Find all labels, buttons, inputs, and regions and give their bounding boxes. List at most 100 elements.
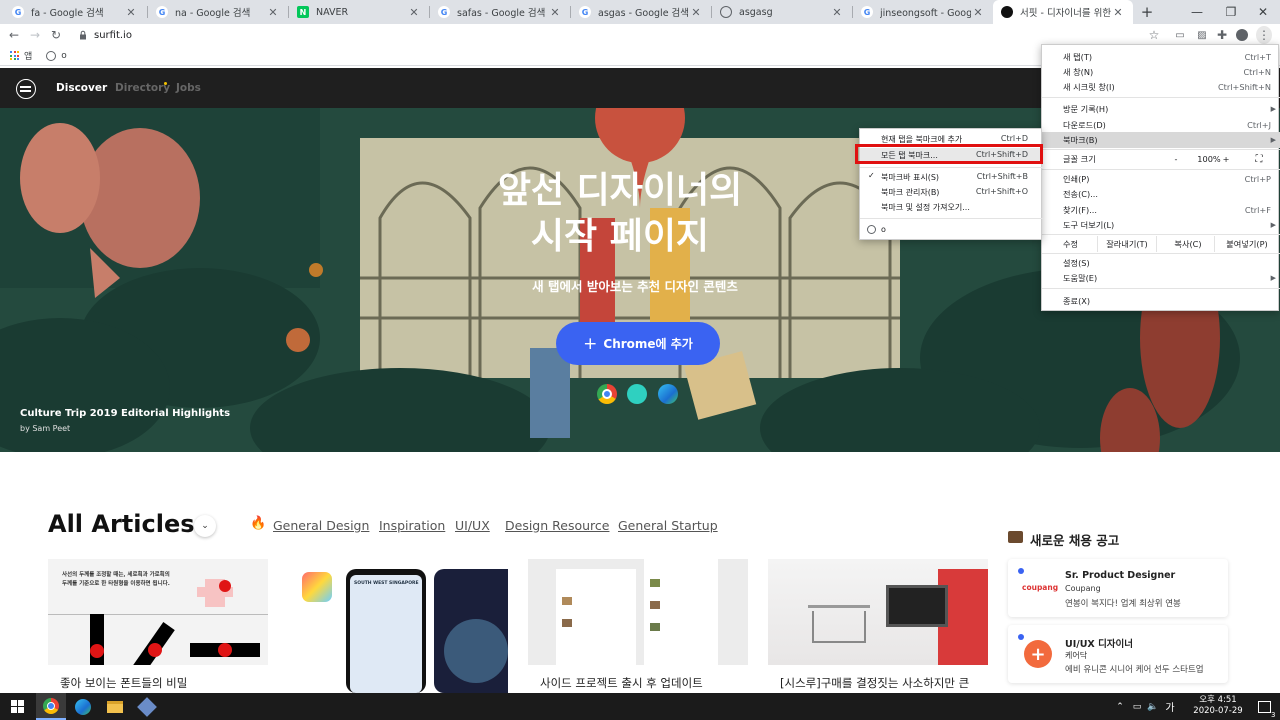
menu-item-find[interactable]: 찾기(F)... Ctrl+F <box>1042 202 1280 218</box>
menu-kebab-icon[interactable]: ⋮ <box>1256 26 1272 44</box>
close-icon[interactable]: ✕ <box>830 6 844 19</box>
job-description: 연봉이 복지다! 업계 최상위 연봉 <box>1065 599 1181 609</box>
copy-button[interactable]: 복사(C) <box>1160 238 1216 250</box>
star-icon[interactable]: ☆ <box>1146 24 1162 46</box>
new-tab-button[interactable]: + <box>1138 0 1156 24</box>
network-icon[interactable]: ▭ <box>1130 693 1144 720</box>
system-clock[interactable]: 오후 4:51 2020-07-29 <box>1190 695 1246 717</box>
menu-item-downloads[interactable]: 다운로드(D) Ctrl+J <box>1042 117 1280 133</box>
submenu-item-bookmark-o[interactable]: o <box>860 223 1043 238</box>
fullscreen-icon[interactable]: ⛶ <box>1252 154 1266 165</box>
close-icon[interactable]: ✕ <box>548 6 562 19</box>
jobs-heading: 새로운 채용 공고 <box>1030 533 1120 548</box>
menu-label: 새 창(N) <box>1063 67 1094 77</box>
category-design-resource[interactable]: Design Resource <box>505 518 609 533</box>
minimize-icon[interactable]: — <box>1180 0 1214 24</box>
submenu-item-show-bookmarks-bar[interactable]: ✓ 북마크바 표시(S) Ctrl+Shift+B <box>860 170 1043 185</box>
plus-icon: + <box>583 333 598 354</box>
menu-item-help[interactable]: 도움말(E) ▶ <box>1042 270 1280 286</box>
ime-korean-icon[interactable]: 가 <box>1163 693 1177 720</box>
close-icon[interactable]: ✕ <box>124 6 138 19</box>
menu-item-more-tools[interactable]: 도구 더보기(L) ▶ <box>1042 217 1280 233</box>
nav-discover[interactable]: Discover <box>56 68 107 108</box>
surfit-logo-icon[interactable] <box>16 79 36 99</box>
category-general-startup[interactable]: General Startup <box>618 518 718 533</box>
artwork-credit-title[interactable]: Culture Trip 2019 Editorial Highlights <box>20 408 230 419</box>
close-icon[interactable]: ✕ <box>407 6 421 19</box>
chevron-down-icon[interactable]: ⌄ <box>194 515 216 537</box>
forward-icon[interactable]: → <box>27 24 43 46</box>
close-icon[interactable]: ✕ <box>1111 6 1125 19</box>
restore-icon[interactable]: ❐ <box>1214 0 1248 24</box>
menu-item-exit[interactable]: 종료(X) <box>1042 293 1280 309</box>
job-card[interactable]: + UI/UX 디자이너 케어닥 에비 유니콘 시니어 케어 선두 스타트업 <box>1008 625 1228 683</box>
apps-grid-icon[interactable] <box>10 51 19 60</box>
close-icon[interactable]: ✕ <box>971 6 985 19</box>
add-to-chrome-button[interactable]: + Chrome에 추가 <box>556 322 720 365</box>
volume-icon[interactable]: 🔈 <box>1146 693 1160 720</box>
back-icon[interactable]: ← <box>6 24 22 46</box>
tab-8-active[interactable]: 서핏 - 디자이너를 위한 드 ✕ <box>993 0 1133 24</box>
article-card[interactable]: [시스루]구매를 결정짓는 사소하지만 큰 <box>768 559 988 693</box>
tab-title: fa - Google 검색 <box>31 8 104 19</box>
tab-4[interactable]: G safas - Google 검색 ✕ <box>430 0 570 24</box>
url-text: surfit.io <box>94 29 132 41</box>
chrome-browser-icon[interactable] <box>597 384 617 404</box>
category-ui-ux[interactable]: UI/UX <box>455 518 490 533</box>
menu-label: 종료(X) <box>1063 296 1091 306</box>
tab-6[interactable]: asgasg ✕ <box>712 0 852 24</box>
submenu-arrow-icon: ▶ <box>1270 221 1276 229</box>
article-card[interactable]: 사선의 두께를 조정할 때는, 세로획과 가로획의 두께를 기준으로 한 타원형… <box>48 559 268 693</box>
edge-taskbar-icon[interactable] <box>68 693 98 720</box>
nav-jobs[interactable]: Jobs <box>176 68 201 108</box>
whale-browser-icon[interactable] <box>627 384 647 404</box>
cut-button[interactable]: 잘라내기(T) <box>1102 238 1152 250</box>
apps-label[interactable]: 앱 <box>24 49 32 62</box>
submenu-item-bookmark-manager[interactable]: 북마크 관리자(B) Ctrl+Shift+O <box>860 185 1043 200</box>
extension-evernote-icon[interactable]: ▨ <box>1194 24 1210 46</box>
notification-center-icon[interactable]: 3 <box>1252 693 1276 720</box>
menu-item-bookmarks[interactable]: 북마크(B) ▶ <box>1042 132 1280 148</box>
close-icon[interactable]: ✕ <box>689 6 703 19</box>
article-card[interactable]: 사이드 프로젝트 출시 후 업데이트 <box>528 559 748 693</box>
close-icon[interactable]: ✕ <box>266 6 280 19</box>
tab-7[interactable]: G jinseongsoft - Google 검색 ✕ <box>853 0 993 24</box>
new-dot-icon <box>1018 634 1024 640</box>
nav-directory[interactable]: Directory <box>115 68 170 108</box>
menu-item-cast[interactable]: 전송(C)... <box>1042 186 1280 202</box>
job-title: UI/UX 디자이너 <box>1065 639 1134 650</box>
bookmark-item-o[interactable]: o <box>61 51 67 61</box>
article-card[interactable]: SOUTH WEST SINGAPORE <box>288 559 508 693</box>
tab-3[interactable]: N NAVER ✕ <box>289 0 429 24</box>
puzzle-icon[interactable]: ✚ <box>1214 24 1230 46</box>
menu-item-settings[interactable]: 설정(S) <box>1042 255 1280 271</box>
close-window-icon[interactable]: ✕ <box>1246 0 1280 24</box>
submenu-item-import-bookmarks[interactable]: 북마크 및 설정 가져오기... <box>860 200 1043 215</box>
globe-icon <box>46 50 57 61</box>
tab-1[interactable]: G fa - Google 검색 ✕ <box>4 0 146 24</box>
edge-browser-icon[interactable] <box>658 384 678 404</box>
menu-item-print[interactable]: 인쇄(P) Ctrl+P <box>1042 171 1280 187</box>
category-general-design[interactable]: General Design <box>273 518 369 533</box>
paste-button[interactable]: 붙여넣기(P) <box>1215 238 1279 250</box>
file-explorer-icon[interactable] <box>100 693 130 720</box>
cast-icon[interactable]: ▭ <box>1172 24 1188 46</box>
job-card[interactable]: coupang Sr. Product Designer Coupang 연봉이… <box>1008 559 1228 617</box>
tab-5[interactable]: G asgas - Google 검색 ✕ <box>571 0 711 24</box>
menu-item-new-window[interactable]: 새 창(N) Ctrl+N <box>1042 64 1280 80</box>
zoom-out-button[interactable]: - <box>1166 154 1186 164</box>
menu-label: 설정(S) <box>1063 258 1090 268</box>
reload-icon[interactable]: ↻ <box>48 24 64 46</box>
address-bar[interactable]: surfit.io <box>72 26 1168 44</box>
windows-start-icon[interactable] <box>0 693 34 720</box>
show-hidden-icons-icon[interactable]: ⌃ <box>1112 693 1128 720</box>
menu-item-history[interactable]: 방문 기록(H) ▶ <box>1042 101 1280 117</box>
tab-2[interactable]: G na - Google 검색 ✕ <box>148 0 288 24</box>
zoom-in-button[interactable]: + <box>1216 154 1236 164</box>
profile-icon[interactable] <box>1234 24 1250 46</box>
app-taskbar-icon[interactable] <box>132 693 162 720</box>
category-inspiration[interactable]: Inspiration <box>379 518 445 533</box>
menu-item-incognito[interactable]: 새 시크릿 창(I) Ctrl+Shift+N <box>1042 79 1280 95</box>
menu-item-new-tab[interactable]: 새 탭(T) Ctrl+T <box>1042 49 1280 65</box>
chrome-taskbar-icon[interactable] <box>36 693 66 720</box>
